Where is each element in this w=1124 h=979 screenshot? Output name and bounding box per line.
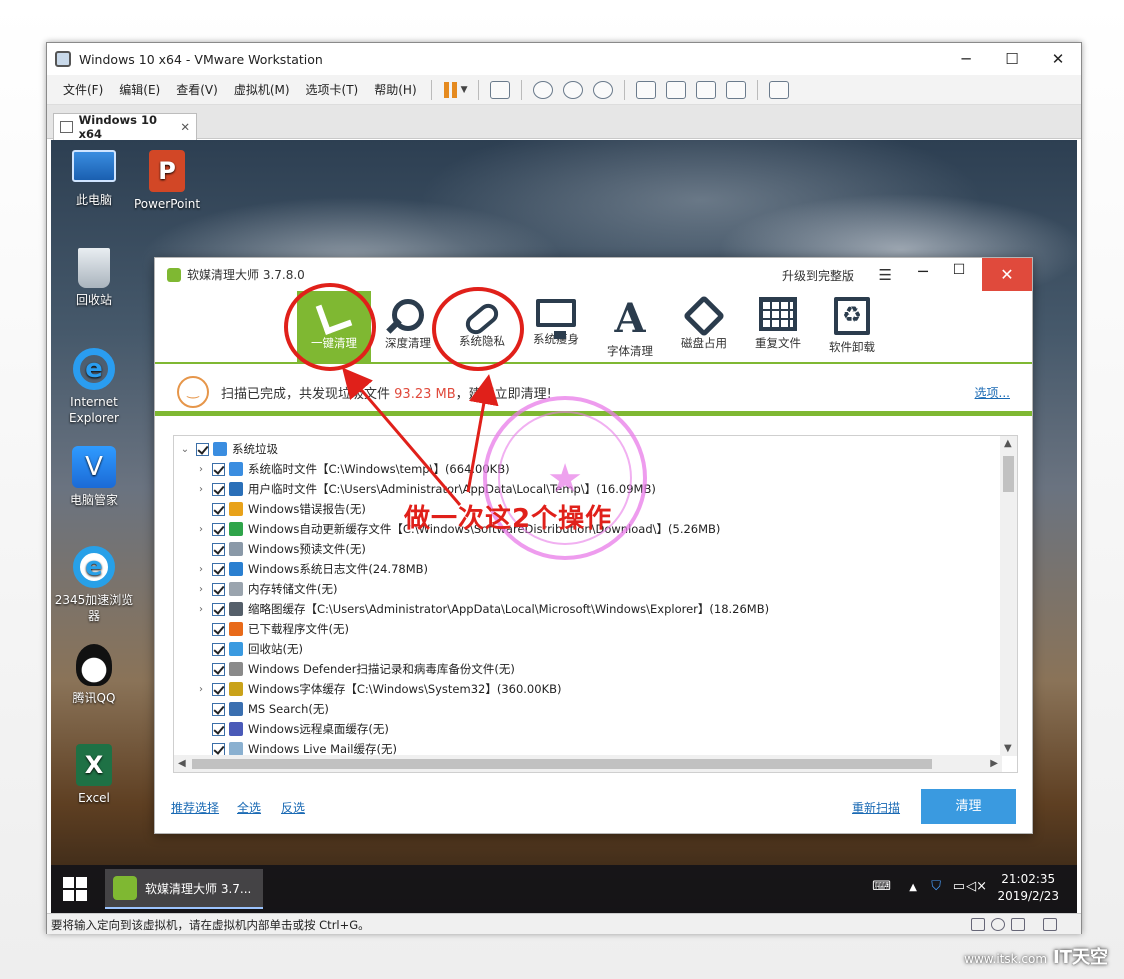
annotation-instruction: 做一次这2个操作 (404, 504, 613, 534)
annotation-circle-privacy (432, 287, 524, 371)
watermark-site: www.itsk.com (964, 952, 1048, 966)
watermark-brand: IT天空 (1053, 947, 1108, 968)
annotation-circle-one-click (284, 283, 376, 371)
watermark-star-icon: ★ (547, 456, 583, 502)
annotation-overlay: ★ (284, 283, 647, 560)
site-watermark: www.itsk.com IT天空 (964, 943, 1108, 969)
screenshot-page: Windows 10 x64 - VMware Workstation ─ ☐ … (0, 0, 1124, 979)
annotation-arrow-left (342, 367, 462, 506)
